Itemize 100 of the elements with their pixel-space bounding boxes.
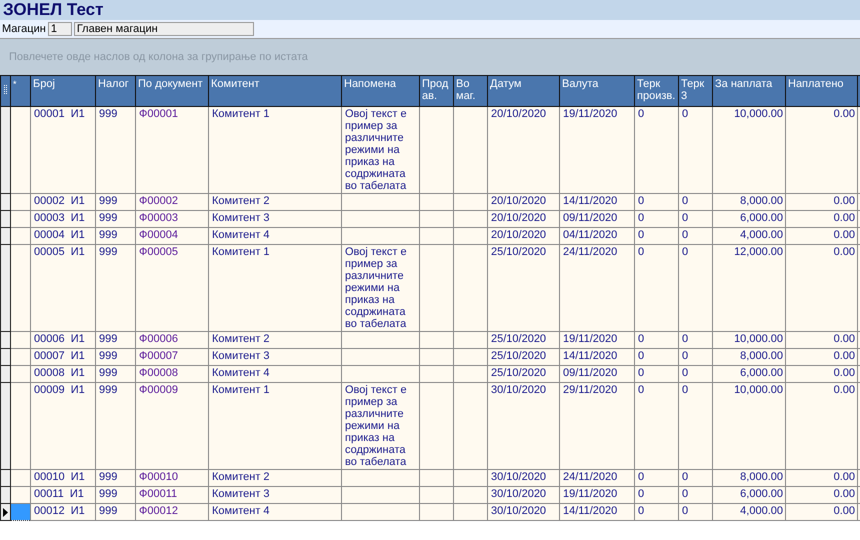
table-cell: 00012 И1 bbox=[30, 504, 96, 520]
table-cell: 0.00 bbox=[786, 348, 858, 366]
table-cell: 0.00 bbox=[786, 382, 858, 470]
table-cell: 04/11/2020 bbox=[560, 228, 634, 244]
table-cell: 999 bbox=[96, 348, 136, 366]
table-cell: Ф00008 bbox=[136, 366, 208, 382]
table-cell bbox=[420, 504, 454, 520]
table-cell: 999 bbox=[96, 332, 136, 348]
row-indicator[interactable] bbox=[0, 486, 10, 504]
table-cell: 14/11/2020 bbox=[560, 348, 634, 366]
table-cell: 999 bbox=[96, 244, 136, 332]
table-cell bbox=[454, 228, 488, 244]
table-cell: Комитент 4 bbox=[208, 228, 342, 244]
table-cell: 00008 И1 bbox=[30, 366, 96, 382]
row-indicator[interactable] bbox=[0, 244, 10, 332]
table-cell: 0 bbox=[634, 228, 678, 244]
table-cell: 4,000.00 bbox=[712, 228, 786, 244]
table-cell: 0.00 bbox=[786, 106, 858, 194]
row-indicator[interactable] bbox=[0, 332, 10, 348]
table-cell: 20/10/2020 bbox=[488, 194, 560, 210]
table-cell bbox=[454, 470, 488, 486]
table-cell: 00010 И1 bbox=[30, 470, 96, 486]
table-cell: 0 bbox=[678, 106, 712, 194]
table-cell: 20/10/2020 bbox=[488, 106, 560, 194]
table-cell: 0 bbox=[634, 106, 678, 194]
table-cell: Ф00010 bbox=[136, 470, 208, 486]
table-cell: Овој текст е пример за различните режими на приказ на содржината во табелата bbox=[342, 382, 420, 470]
table-cell: Ф00003 bbox=[136, 210, 208, 228]
table-cell: 00005 И1 bbox=[30, 244, 96, 332]
table-cell: 0.00 bbox=[786, 366, 858, 382]
table-cell: 0 bbox=[678, 470, 712, 486]
table-cell: 10,000.00 bbox=[712, 332, 786, 348]
table-cell: Комитент 4 bbox=[208, 366, 342, 382]
column-chooser-header[interactable] bbox=[0, 76, 10, 106]
table-cell bbox=[420, 332, 454, 348]
current-row-icon bbox=[3, 508, 8, 516]
table-cell: Комитент 3 bbox=[208, 486, 342, 504]
column-header[interactable]: Наплатено bbox=[786, 76, 858, 106]
table-cell: 0 bbox=[634, 210, 678, 228]
row-indicator[interactable] bbox=[0, 210, 10, 228]
column-header[interactable]: Налог bbox=[96, 76, 136, 106]
row-indicator[interactable] bbox=[0, 348, 10, 366]
row-indicator[interactable] bbox=[0, 194, 10, 210]
row-indicator[interactable] bbox=[0, 504, 10, 520]
table-cell: Ф00007 bbox=[136, 348, 208, 366]
column-header[interactable]: * bbox=[10, 76, 30, 106]
warehouse-name-field[interactable]: Главен магацин bbox=[74, 22, 254, 36]
table-cell bbox=[454, 504, 488, 520]
table-cell: 0 bbox=[634, 382, 678, 470]
row-indicator[interactable] bbox=[0, 228, 10, 244]
table-cell: Овој текст е пример за различните режими на приказ на содржината во табелата bbox=[342, 106, 420, 194]
table-cell: 0 bbox=[634, 194, 678, 210]
table-cell: 0 bbox=[678, 194, 712, 210]
table-cell: 09/11/2020 bbox=[560, 210, 634, 228]
table-cell bbox=[420, 470, 454, 486]
column-header[interactable] bbox=[858, 76, 860, 106]
table-cell bbox=[454, 332, 488, 348]
column-header[interactable]: Број bbox=[30, 76, 96, 106]
column-header[interactable]: За наплата bbox=[712, 76, 786, 106]
table-cell: 0 bbox=[634, 486, 678, 504]
table-cell: 29/11/2020 bbox=[560, 382, 634, 470]
table-cell bbox=[420, 366, 454, 382]
table-cell: 24/11/2020 bbox=[560, 470, 634, 486]
column-header[interactable]: Прод ав. bbox=[420, 76, 454, 106]
row-indicator[interactable] bbox=[0, 470, 10, 486]
table-cell: 999 bbox=[96, 210, 136, 228]
table-cell: 999 bbox=[96, 382, 136, 470]
table-cell: 09/11/2020 bbox=[560, 366, 634, 382]
table-cell: 19/11/2020 bbox=[560, 332, 634, 348]
table-cell: 25/10/2020 bbox=[488, 332, 560, 348]
table-cell bbox=[454, 366, 488, 382]
table-cell: 0.00 bbox=[786, 504, 858, 520]
column-header[interactable]: Во маг. bbox=[454, 76, 488, 106]
column-header[interactable]: Валута bbox=[560, 76, 634, 106]
table-cell: Ф00001 bbox=[136, 106, 208, 194]
table-cell: 0 bbox=[678, 486, 712, 504]
table-cell: 6,000.00 bbox=[712, 366, 786, 382]
column-header[interactable]: Терк произв. bbox=[634, 76, 678, 106]
table-cell: 6,000.00 bbox=[712, 486, 786, 504]
column-header[interactable]: По документ bbox=[136, 76, 208, 106]
column-header[interactable]: Комитент bbox=[208, 76, 342, 106]
row-indicator[interactable] bbox=[0, 382, 10, 470]
warehouse-code-field[interactable]: 1 bbox=[48, 22, 72, 36]
column-header[interactable]: Напомена bbox=[342, 76, 420, 106]
table-cell: Комитент 3 bbox=[208, 348, 342, 366]
row-indicator[interactable] bbox=[0, 106, 10, 194]
table-cell bbox=[420, 348, 454, 366]
table-cell: Ф00009 bbox=[136, 382, 208, 470]
row-indicator[interactable] bbox=[0, 366, 10, 382]
table-cell: 999 bbox=[96, 106, 136, 194]
column-header[interactable]: Датум bbox=[488, 76, 560, 106]
table-cell: 999 bbox=[96, 228, 136, 244]
table-cell bbox=[454, 194, 488, 210]
window-title: ЗОНЕЛ Тест bbox=[3, 0, 104, 20]
table-cell bbox=[454, 348, 488, 366]
table-cell: 14/11/2020 bbox=[560, 194, 634, 210]
column-header[interactable]: Терк 3 bbox=[678, 76, 712, 106]
table-cell: 0 bbox=[634, 244, 678, 332]
table-cell: 19/11/2020 bbox=[560, 486, 634, 504]
table-cell: Ф00002 bbox=[136, 194, 208, 210]
